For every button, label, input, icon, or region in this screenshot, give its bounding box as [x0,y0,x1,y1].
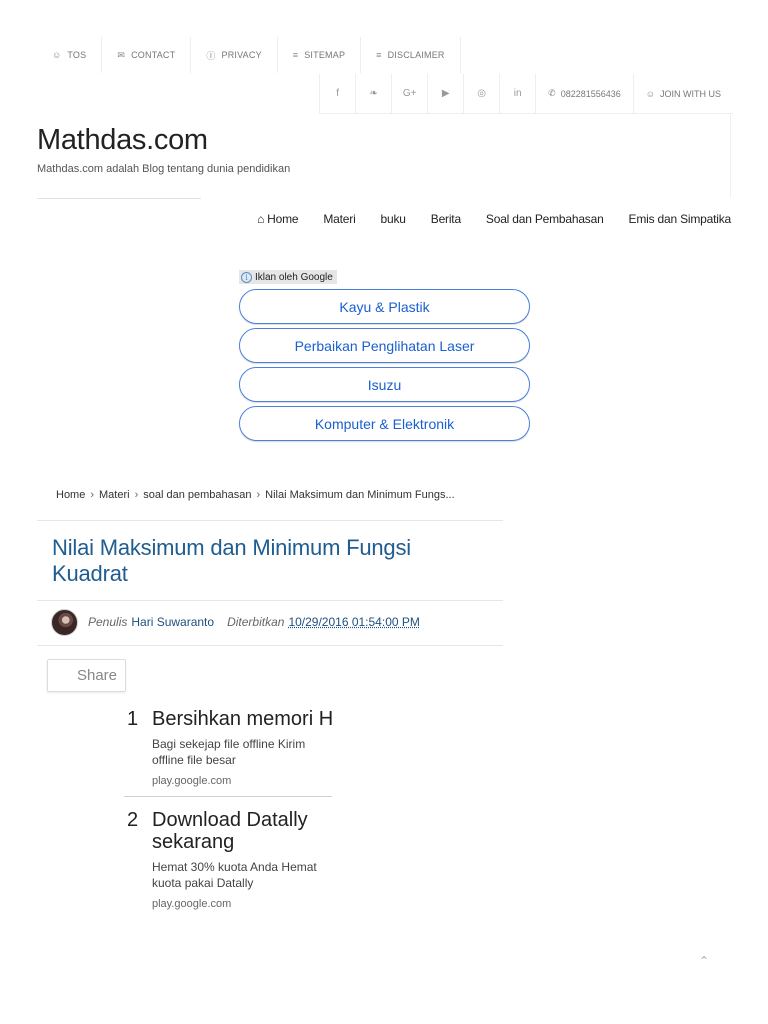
user-icon: ☺ [52,50,62,60]
divider [37,645,503,646]
list-item[interactable]: 1 Bersihkan memori HP Bagi sekejap file … [124,708,332,787]
list-item[interactable]: 2 Download Datally sekarang Hemat 30% ku… [124,809,332,910]
author-link[interactable]: Hari Suwaranto [131,615,214,629]
linkedin-icon[interactable]: in [499,74,535,113]
divider [37,520,503,521]
share-button[interactable]: Share [47,659,126,692]
ad-number: 1 [127,708,139,730]
published-label: Diterbitkan [227,615,285,629]
ad-url[interactable]: play.google.com [152,775,332,787]
top-menu-label: TOS [67,50,87,60]
nav-item-materi[interactable]: Materi [323,212,355,226]
user-icon: ☺ [645,88,655,99]
join-link[interactable]: ☺ JOIN WITH US [632,74,733,113]
nav-item-soal[interactable]: Soal dan Pembahasan [486,212,604,226]
phone-number: 082281556436 [560,88,621,99]
nav-item-emis[interactable]: Emis dan Simpatika [629,212,732,226]
phone-icon: ✆ [548,88,556,98]
ad-title[interactable]: Download Datally sekarang [152,809,332,853]
info-icon: i [241,271,252,283]
ad-link[interactable]: Isuzu [239,367,530,402]
top-menu-contact[interactable]: ✉ CONTACT [102,37,192,73]
top-menu-sitemap[interactable]: ≡ SITEMAP [278,37,362,73]
header-divider [730,114,731,198]
avatar[interactable] [51,608,78,636]
google-plus-icon[interactable]: G+ [391,74,427,113]
site-title[interactable]: Mathdas.com [37,124,208,157]
ad-description: offline file besar [152,753,236,767]
published-date[interactable]: 10/29/2016 01:54:00 PM [288,615,419,629]
top-menu-privacy[interactable]: ⓘ PRIVACY [191,37,278,73]
social-bar: f ❧ G+ ▶ ◎ in ✆ 082281556436 ☺ JOIN WITH U… [319,74,733,114]
ad-link[interactable]: Kayu & Plastik [239,289,530,324]
top-menu-disclaimer[interactable]: ≡ DISCLAIMER [361,37,461,73]
header-divider [37,198,201,199]
breadcrumb: Home › Materi › soal dan pembahasan › Ni… [56,489,455,501]
chevron-right-icon: › [90,489,95,501]
ad-number: 2 [127,809,139,831]
instagram-icon[interactable]: ◎ [463,74,499,113]
top-menu-label: DISCLAIMER [387,50,445,60]
site-description: Mathdas.com adalah Blog tentang dunia pe… [37,163,291,175]
envelope-icon: ✉ [117,49,126,60]
breadcrumb-category[interactable]: soal dan pembahasan [143,489,251,501]
nav-item-home[interactable]: ⌂ Home [257,212,298,226]
chevron-right-icon: › [256,489,261,501]
join-label: JOIN WITH US [660,88,721,99]
twitter-icon[interactable]: ❧ [355,74,391,113]
main-nav: ⌂ Home Materi buku Berita Soal dan Pembah… [257,209,731,229]
top-menu: ☺ TOS ✉ CONTACT ⓘ PRIVACY ≡ SITEMAP ≡ DISCLAI… [37,37,733,73]
breadcrumb-materi[interactable]: Materi [99,489,130,501]
home-icon: ⌂ [257,212,265,226]
breadcrumb-home[interactable]: Home [56,489,85,501]
top-menu-label: CONTACT [131,50,176,60]
breadcrumb-current: Nilai Maksimum dan Minimum Fungs... [265,489,455,501]
divider [37,600,503,601]
post-meta: Penulis Hari Suwaranto Diterbitkan 10/29… [51,608,420,636]
ad-description: Bagi sekejap file offline Kirim [152,737,306,751]
ad-links: Kayu & Plastik Perbaikan Penglihatan Las… [239,289,530,445]
top-menu-tos[interactable]: ☺ TOS [37,37,103,73]
post-title: Nilai Maksimum dan Minimum Fungsi Kuadra… [52,535,411,586]
info-icon: ⓘ [206,50,216,61]
phone-link[interactable]: ✆ 082281556436 [535,74,633,113]
list-icon: ≡ [376,50,382,60]
ad-list: 1 Bersihkan memori HP Bagi sekejap file … [124,708,332,910]
divider [124,796,332,797]
nav-label: Home [267,212,299,226]
nav-item-buku[interactable]: buku [381,212,406,226]
youtube-icon[interactable]: ▶ [427,74,463,113]
ad-link[interactable]: Perbaikan Penglihatan Laser [239,328,530,363]
ad-description: kuota pakai Datally [152,876,254,890]
nav-item-berita[interactable]: Berita [431,212,461,226]
ad-link[interactable]: Komputer & Elektronik [239,406,530,441]
ad-label[interactable]: i Iklan oleh Google [239,270,337,284]
top-menu-label: SITEMAP [304,50,346,60]
top-menu-label: PRIVACY [221,50,262,60]
ad-label-text: Iklan oleh Google [255,271,333,283]
chevron-right-icon: › [134,489,139,501]
ad-description: Hemat 30% kuota Anda Hemat [152,860,317,874]
author-label: Penulis [88,615,128,629]
facebook-icon[interactable]: f [319,74,355,113]
ad-title[interactable]: Bersihkan memori HP [152,708,332,730]
ad-url[interactable]: play.google.com [152,898,332,910]
scroll-top-icon[interactable]: ⌃ [697,954,711,968]
list-icon: ≡ [292,50,299,60]
top-bar: ☺ TOS ✉ CONTACT ⓘ PRIVACY ≡ SITEMAP ≡ DISCLAI… [37,37,733,114]
